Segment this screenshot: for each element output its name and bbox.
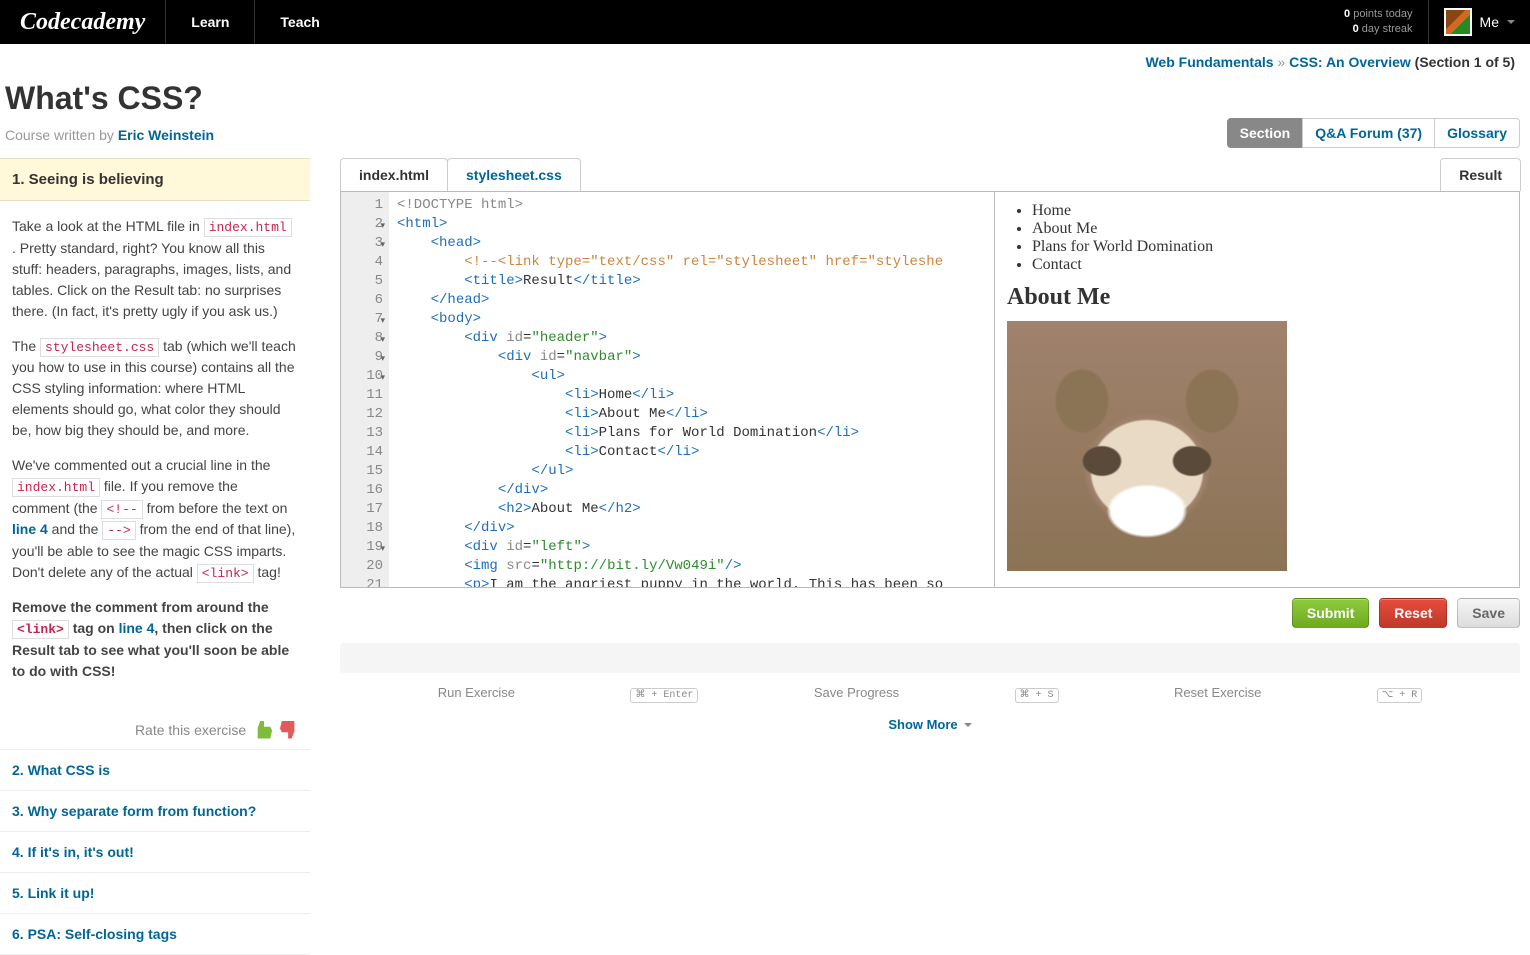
submit-button[interactable]: Submit — [1292, 598, 1369, 628]
tab-result[interactable]: Result — [1440, 158, 1521, 191]
result-nav-item: Plans for World Domination — [1032, 238, 1507, 256]
result-nav-item: Home — [1032, 202, 1507, 220]
logo[interactable]: Codecademy — [0, 9, 165, 36]
code-token: index.html — [204, 218, 292, 237]
nav-learn[interactable]: Learn — [165, 0, 254, 44]
pill-glossary[interactable]: Glossary — [1434, 118, 1520, 148]
pill-qa[interactable]: Q&A Forum (37) — [1302, 118, 1435, 148]
lesson-item[interactable]: 2. What CSS is — [0, 750, 310, 791]
code-token: <!-- — [101, 500, 142, 519]
shortcuts: Run Exercise ⌘ + Enter Save Progress ⌘ +… — [340, 673, 1520, 713]
code-token: <link> — [12, 620, 69, 639]
code-editor[interactable]: 1 2 3 4 5 6 7 8 9 10 11 12 13 14 15 16 1 — [341, 192, 994, 587]
show-more-button[interactable]: Show More — [340, 713, 1520, 736]
lesson-item[interactable]: 5. Link it up! — [0, 873, 310, 914]
lesson-item[interactable]: 3. Why separate form from function? — [0, 791, 310, 832]
exercise-title: 1. Seeing is believing — [0, 158, 310, 201]
result-nav-item: About Me — [1032, 220, 1507, 238]
shortcut-reset-kbd: ⌥ + R — [1377, 688, 1423, 703]
chevron-down-icon — [1507, 20, 1515, 24]
user-menu-label: Me — [1480, 14, 1499, 30]
shortcut-save-kbd: ⌘ + S — [1015, 688, 1059, 703]
nav-teach[interactable]: Teach — [254, 0, 344, 44]
code-token: stylesheet.css — [40, 338, 159, 357]
sidebar: 1. Seeing is believing Take a look at th… — [0, 158, 310, 955]
lesson-list: 2. What CSS is 3. Why separate form from… — [0, 749, 310, 955]
lesson-item[interactable]: 6. PSA: Self-closing tags — [0, 914, 310, 955]
author-link[interactable]: Eric Weinstein — [118, 127, 214, 143]
result-nav-item: Contact — [1032, 256, 1507, 274]
line-ref: line 4 — [119, 620, 155, 636]
avatar — [1444, 8, 1472, 36]
thumbs-up-icon[interactable] — [254, 721, 272, 739]
result-image — [1007, 321, 1287, 571]
user-menu[interactable]: Me — [1428, 0, 1530, 44]
thumbs-down-icon[interactable] — [280, 721, 298, 739]
reset-button[interactable]: Reset — [1379, 598, 1447, 628]
tab-pills: SectionQ&A Forum (37)Glossary — [1228, 118, 1520, 148]
lesson-item[interactable]: 4. If it's in, it's out! — [0, 832, 310, 873]
editor-area: index.html stylesheet.css Result 1 2 3 4… — [310, 158, 1530, 955]
code-token: <link> — [197, 564, 254, 583]
breadcrumb-lesson[interactable]: CSS: An Overview — [1289, 54, 1411, 70]
code-token: --> — [102, 521, 135, 540]
code-token: index.html — [12, 478, 100, 497]
tab-index-html[interactable]: index.html — [340, 158, 448, 191]
action-buttons: Submit Reset Save — [340, 588, 1520, 638]
instructions: Take a look at the HTML file in index.ht… — [0, 201, 310, 711]
breadcrumb-course[interactable]: Web Fundamentals — [1145, 54, 1273, 70]
top-navbar: Codecademy Learn Teach 0 points today 0 … — [0, 0, 1530, 44]
breadcrumb-section: (Section 1 of 5) — [1411, 54, 1515, 70]
code-content[interactable]: <!DOCTYPE html> <html> <head> <!--<link … — [389, 192, 951, 587]
shortcut-run-label: Run Exercise — [438, 685, 515, 700]
tab-stylesheet-css[interactable]: stylesheet.css — [447, 158, 581, 191]
shortcut-reset-label: Reset Exercise — [1174, 685, 1261, 700]
rate-exercise: Rate this exercise — [0, 711, 310, 749]
hints-bar — [340, 643, 1520, 673]
shortcut-run-kbd: ⌘ + Enter — [630, 688, 698, 703]
user-stats: 0 points today 0 day streak — [1329, 7, 1428, 38]
breadcrumb: Web Fundamentals » CSS: An Overview (Sec… — [0, 44, 1530, 75]
save-button[interactable]: Save — [1457, 598, 1520, 628]
line-gutter: 1 2 3 4 5 6 7 8 9 10 11 12 13 14 15 16 1 — [341, 192, 389, 587]
result-pane: Home About Me Plans for World Domination… — [994, 192, 1519, 587]
pill-section[interactable]: Section — [1227, 118, 1304, 148]
result-heading: About Me — [1007, 284, 1507, 311]
line-ref: line 4 — [12, 521, 48, 537]
shortcut-save-label: Save Progress — [814, 685, 899, 700]
